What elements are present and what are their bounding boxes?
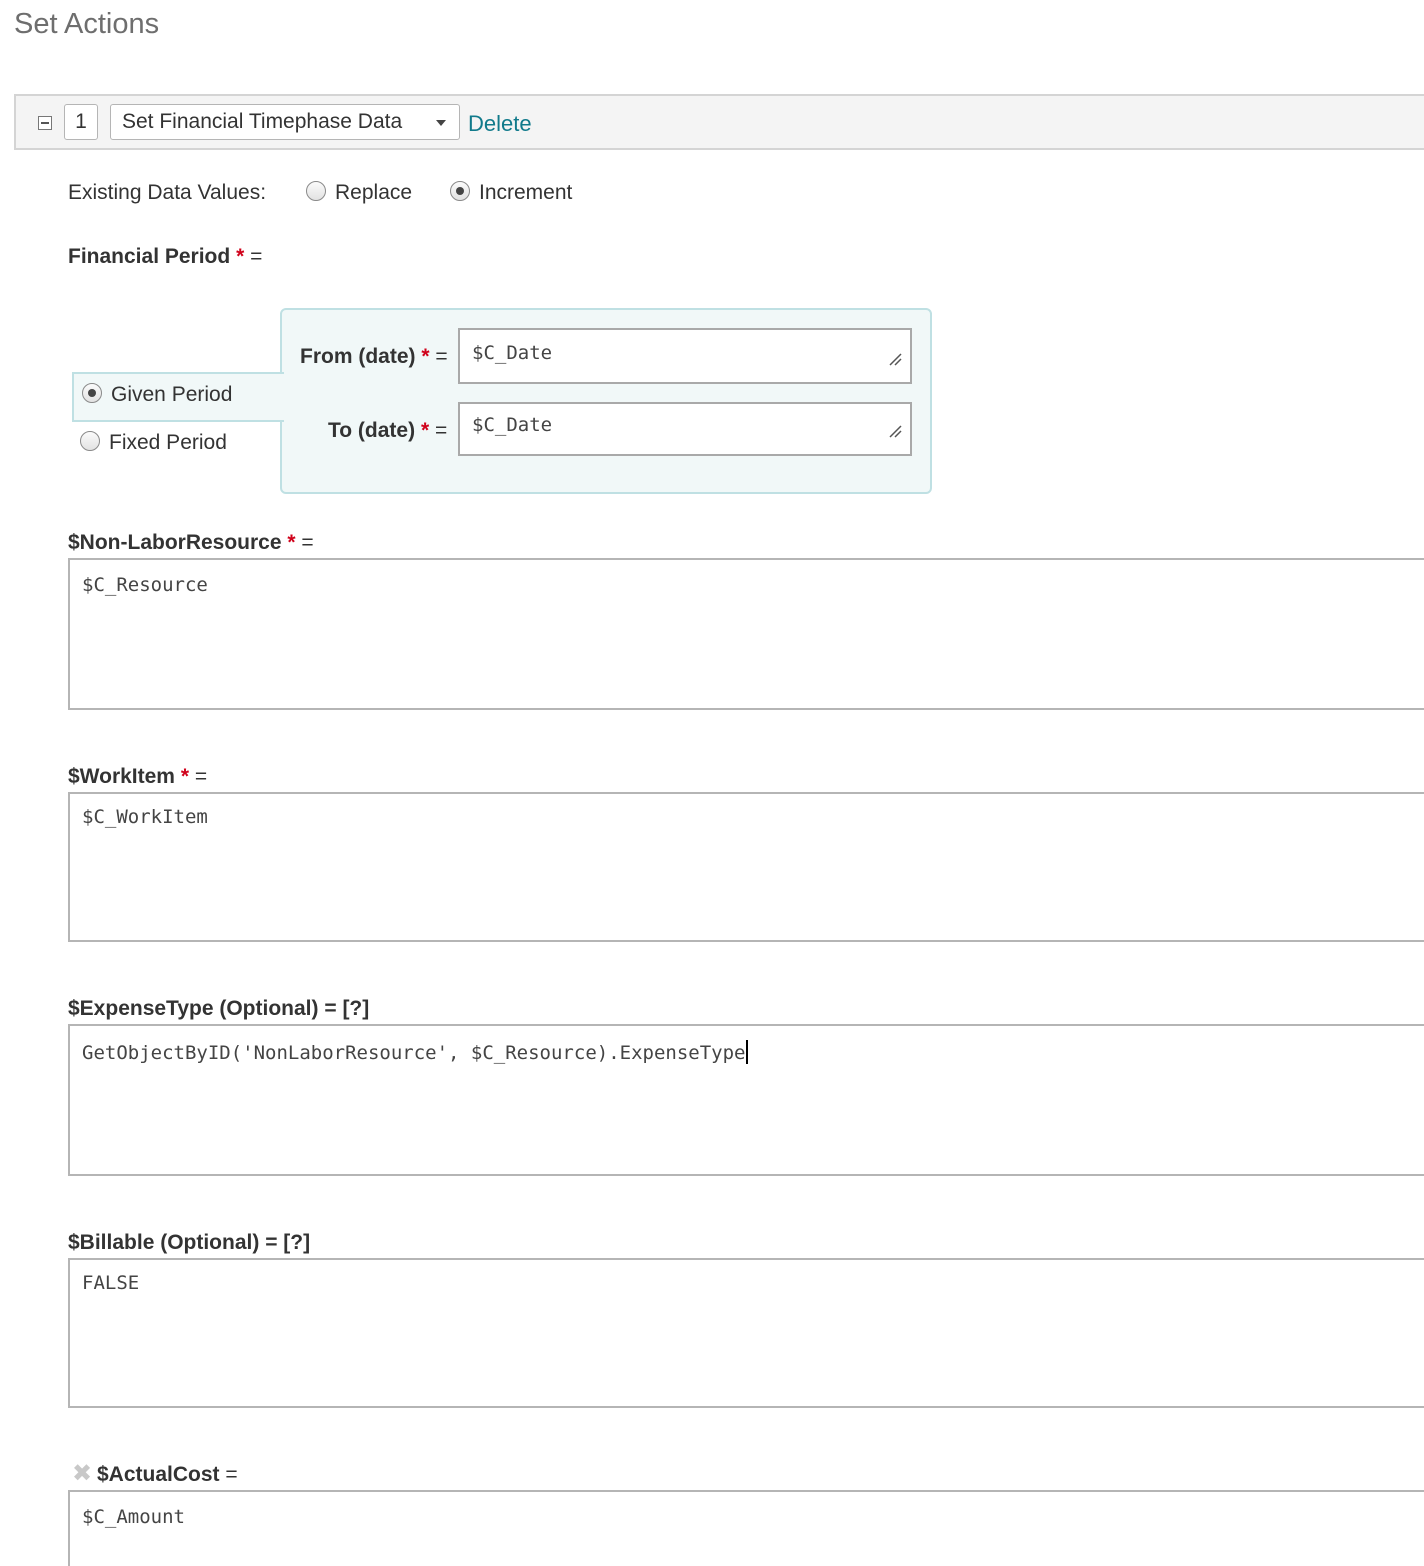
expense-type-input[interactable]: GetObjectByID('NonLaborResource', $C_Res…	[68, 1024, 1424, 1176]
replace-radio[interactable]	[306, 181, 326, 201]
remove-field-icon[interactable]: ✖	[72, 1462, 92, 1486]
existing-values-label: Existing Data Values:	[68, 181, 267, 204]
given-period-label: Given Period	[111, 383, 233, 406]
resize-grip-icon[interactable]	[888, 352, 902, 366]
to-date-label: To (date) * =	[328, 419, 448, 442]
action-order-input[interactable]: 1	[64, 104, 98, 140]
financial-period-label: Financial Period * =	[68, 245, 263, 268]
to-date-input[interactable]: $C_Date	[458, 402, 912, 456]
non-labor-resource-label: $Non-LaborResource * =	[68, 531, 314, 554]
page-title: Set Actions	[14, 8, 160, 40]
non-labor-resource-input[interactable]: $C_Resource	[68, 558, 1424, 710]
resize-grip-icon[interactable]	[888, 424, 902, 438]
chevron-down-icon	[436, 120, 446, 126]
work-item-label: $WorkItem * =	[68, 765, 208, 788]
from-date-label: From (date) * =	[300, 345, 448, 368]
work-item-input[interactable]: $C_WorkItem	[68, 792, 1424, 942]
action-header-bar: 1 Set Financial Timephase Data Delete	[14, 94, 1424, 150]
fixed-period-label: Fixed Period	[109, 431, 227, 454]
set-actions-page: Set Actions 1 Set Financial Timephase Da…	[0, 0, 1424, 1566]
required-mark: *	[236, 245, 245, 268]
increment-radio[interactable]	[450, 181, 470, 201]
from-date-input[interactable]: $C_Date	[458, 328, 912, 384]
actual-cost-label: $ActualCost =	[97, 1463, 238, 1486]
delete-action-link[interactable]: Delete	[468, 111, 532, 137]
given-period-radio[interactable]	[82, 383, 102, 403]
actual-cost-input[interactable]: $C_Amount	[68, 1490, 1424, 1566]
fixed-period-radio[interactable]	[80, 431, 100, 451]
increment-radio-label: Increment	[479, 181, 573, 204]
billable-label: $Billable (Optional) = [?]	[68, 1231, 311, 1254]
expense-type-label: $ExpenseType (Optional) = [?]	[68, 997, 370, 1020]
action-type-value: Set Financial Timephase Data	[122, 110, 403, 133]
action-type-select[interactable]: Set Financial Timephase Data	[110, 104, 460, 140]
collapse-icon[interactable]	[38, 116, 52, 130]
billable-input[interactable]: FALSE	[68, 1258, 1424, 1408]
text-cursor	[746, 1040, 749, 1064]
replace-radio-label: Replace	[335, 181, 413, 204]
